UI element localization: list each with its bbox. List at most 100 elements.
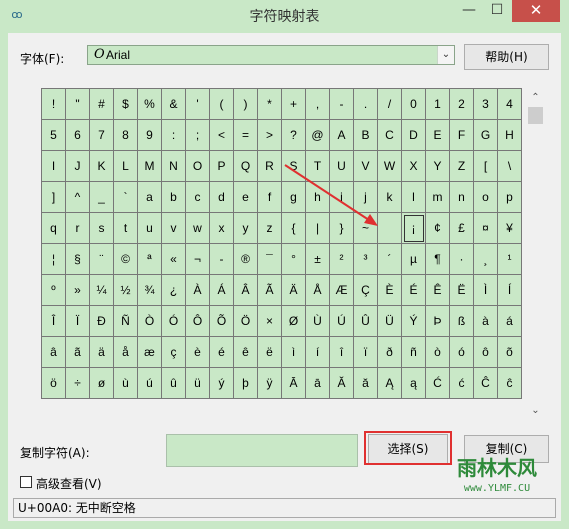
grid-cell[interactable]: a <box>138 182 162 213</box>
grid-cell[interactable]: ¨ <box>90 244 114 275</box>
grid-cell[interactable]: Q <box>234 151 258 182</box>
grid-cell[interactable]: g <box>282 182 306 213</box>
grid-cell[interactable]: Ă <box>330 368 354 399</box>
grid-cell[interactable]: ° <box>282 244 306 275</box>
grid-cell[interactable]: ć <box>450 368 474 399</box>
grid-cell[interactable]: ü <box>186 368 210 399</box>
grid-cell[interactable]: Ą <box>378 368 402 399</box>
grid-cell[interactable]: Ø <box>282 306 306 337</box>
grid-cell[interactable]: > <box>258 120 282 151</box>
grid-cell[interactable]: i <box>330 182 354 213</box>
grid-cell[interactable]: d <box>210 182 234 213</box>
scroll-up-icon[interactable]: ⌃ <box>527 89 544 106</box>
grid-cell[interactable]: T <box>306 151 330 182</box>
grid-cell[interactable]: ? <box>282 120 306 151</box>
grid-cell[interactable]: ą <box>402 368 426 399</box>
grid-cell[interactable]: s <box>90 213 114 244</box>
grid-cell[interactable]: F <box>450 120 474 151</box>
grid-cell[interactable]: Ā <box>282 368 306 399</box>
grid-cell[interactable]: r <box>66 213 90 244</box>
grid-cell[interactable]: l <box>402 182 426 213</box>
grid-cell[interactable]: Ú <box>330 306 354 337</box>
grid-cell[interactable]: Ù <box>306 306 330 337</box>
grid-cell[interactable]: ÿ <box>258 368 282 399</box>
grid-cell[interactable]: t <box>114 213 138 244</box>
font-dropdown[interactable]: O Arial ⌄ <box>87 45 455 65</box>
grid-cell[interactable]: Ï <box>66 306 90 337</box>
grid-cell[interactable]: Ô <box>186 306 210 337</box>
grid-cell[interactable]: ¯ <box>258 244 282 275</box>
grid-cell[interactable]: Ò <box>138 306 162 337</box>
grid-cell[interactable]: 6 <box>66 120 90 151</box>
grid-cell[interactable]: À <box>186 275 210 306</box>
grid-cell[interactable]: þ <box>234 368 258 399</box>
grid-cell[interactable]: W <box>378 151 402 182</box>
grid-cell[interactable]: ò <box>426 337 450 368</box>
grid-cell[interactable]: M <box>138 151 162 182</box>
grid-cell[interactable]: C <box>378 120 402 151</box>
grid-cell[interactable]: Ĉ <box>474 368 498 399</box>
grid-cell[interactable]: 9 <box>138 120 162 151</box>
grid-cell[interactable]: Z <box>450 151 474 182</box>
grid-cell[interactable]: \ <box>498 151 522 182</box>
grid-cell[interactable]: @ <box>306 120 330 151</box>
grid-cell[interactable]: û <box>162 368 186 399</box>
grid-cell[interactable]: ý <box>210 368 234 399</box>
grid-cell[interactable]: ă <box>354 368 378 399</box>
grid-cell[interactable]: Ê <box>426 275 450 306</box>
grid-cell[interactable]: k <box>378 182 402 213</box>
grid-cell[interactable]: Ü <box>378 306 402 337</box>
grid-cell[interactable]: J <box>66 151 90 182</box>
grid-cell[interactable]: { <box>282 213 306 244</box>
grid-cell[interactable]: A <box>330 120 354 151</box>
grid-cell[interactable]: Á <box>210 275 234 306</box>
grid-cell[interactable]: Ë <box>450 275 474 306</box>
grid-cell[interactable]: ^ <box>66 182 90 213</box>
grid-cell[interactable]: 4 <box>498 89 522 120</box>
grid-cell[interactable]: ² <box>330 244 354 275</box>
grid-cell[interactable]: S <box>282 151 306 182</box>
grid-cell[interactable]: | <box>306 213 330 244</box>
grid-cell[interactable]: ³ <box>354 244 378 275</box>
grid-cell[interactable]: o <box>474 182 498 213</box>
grid-cell[interactable]: O <box>186 151 210 182</box>
close-button[interactable]: ✕ <box>512 0 560 22</box>
grid-cell[interactable]: ß <box>450 306 474 337</box>
grid-cell[interactable]: H <box>498 120 522 151</box>
grid-cell[interactable]: h <box>306 182 330 213</box>
grid-cell[interactable]: Ó <box>162 306 186 337</box>
grid-cell[interactable]: Â <box>234 275 258 306</box>
grid-cell[interactable]: < <box>210 120 234 151</box>
grid-cell[interactable]: p <box>498 182 522 213</box>
grid-cell[interactable]: q <box>42 213 66 244</box>
grid-cell[interactable]: Õ <box>210 306 234 337</box>
grid-cell[interactable]: u <box>138 213 162 244</box>
grid-cell[interactable]: è <box>186 337 210 368</box>
grid-cell[interactable]: : <box>162 120 186 151</box>
grid-cell[interactable]: R <box>258 151 282 182</box>
grid-cell[interactable]: z <box>258 213 282 244</box>
grid-cell-selected[interactable]: ¡ <box>402 213 426 244</box>
grid-cell[interactable]: î <box>330 337 354 368</box>
grid-cell[interactable]: ö <box>42 368 66 399</box>
grid-cell[interactable]: Ã <box>258 275 282 306</box>
grid-cell[interactable]: Ä <box>282 275 306 306</box>
grid-cell[interactable]: Ì <box>474 275 498 306</box>
grid-cell[interactable]: G <box>474 120 498 151</box>
grid-cell[interactable]: à <box>474 306 498 337</box>
grid-cell[interactable]: ¿ <box>162 275 186 306</box>
grid-cell[interactable]: / <box>378 89 402 120</box>
grid-cell[interactable]: ¶ <box>426 244 450 275</box>
grid-cell[interactable]: « <box>162 244 186 275</box>
grid-cell[interactable]: % <box>138 89 162 120</box>
copy-characters-field[interactable] <box>166 434 358 467</box>
grid-cell[interactable]: e <box>234 182 258 213</box>
grid-cell[interactable]: Ð <box>90 306 114 337</box>
minimize-button[interactable]: — <box>455 0 483 22</box>
grid-cell[interactable]: É <box>402 275 426 306</box>
grid-cell[interactable]: $ <box>114 89 138 120</box>
grid-cell[interactable]: ( <box>210 89 234 120</box>
grid-cell[interactable]: n <box>450 182 474 213</box>
grid-cell[interactable]: w <box>186 213 210 244</box>
grid-cell[interactable]: ¼ <box>90 275 114 306</box>
